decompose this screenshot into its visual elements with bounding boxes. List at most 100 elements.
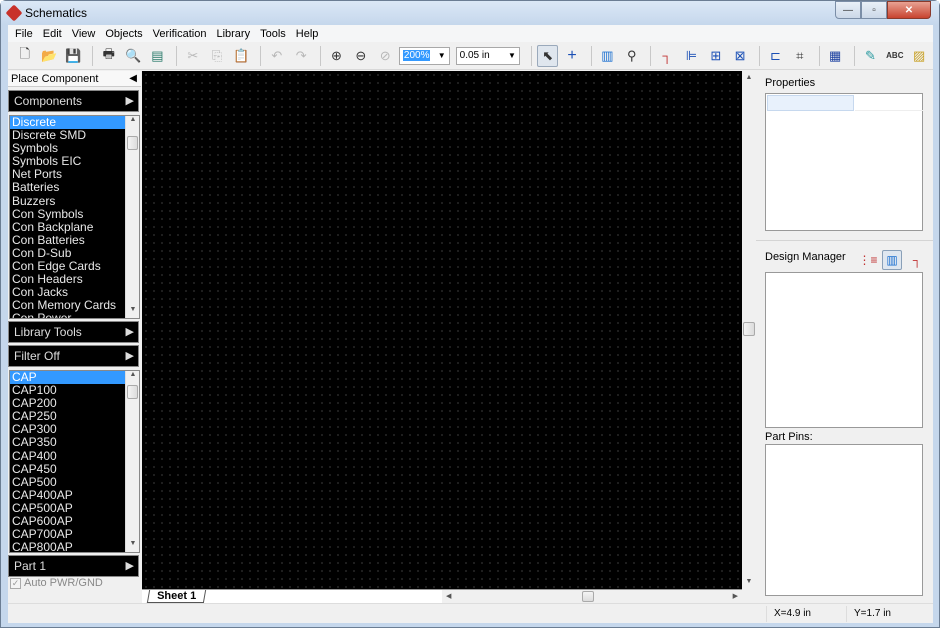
wire-icon[interactable]: ┐ [656, 45, 677, 67]
wire-icon[interactable]: ┐ [907, 250, 927, 270]
menu-edit[interactable]: Edit [38, 28, 67, 40]
edit-text-icon[interactable]: ✎ [860, 45, 881, 67]
part-item[interactable]: CAP450 [10, 462, 125, 476]
crosshair-icon[interactable]: + [561, 45, 582, 67]
net-list-icon[interactable]: ⋮≡ [858, 250, 878, 270]
components-label: Components [14, 94, 83, 108]
part-item[interactable]: CAP400AP [10, 488, 125, 502]
category-item[interactable]: Batteries [10, 181, 125, 194]
property-value-cell[interactable] [855, 95, 923, 111]
design-manager-tree[interactable] [765, 272, 923, 428]
part-pins-list[interactable] [765, 444, 923, 596]
components-button[interactable]: Components ▶ [8, 90, 139, 112]
auto-pwr-gnd-label: Auto PWR/GND [24, 577, 103, 589]
scroll-up-icon[interactable]: ▲ [126, 371, 139, 383]
component-icon[interactable]: ▥ [882, 250, 902, 270]
canvas-horizontal-scrollbar[interactable]: ◀ ▶ [442, 590, 742, 603]
maximize-button[interactable]: ▫ [861, 1, 887, 19]
save-icon[interactable]: 💾 [63, 45, 84, 67]
bus-icon[interactable]: ⊫ [681, 45, 702, 67]
part-item[interactable]: CAP350 [10, 436, 125, 449]
auto-pwr-gnd-checkbox[interactable]: ✓ Auto PWR/GND [10, 577, 103, 589]
filter-button[interactable]: Filter Off ▶ [8, 345, 139, 367]
connector-icon[interactable]: ⊏ [765, 45, 786, 67]
scroll-thumb[interactable] [582, 591, 594, 602]
properties-grid[interactable] [765, 93, 923, 231]
chip-icon[interactable]: ⌗ [789, 45, 810, 67]
left-panel: Place Component ◀ Components ▶ Discrete D… [8, 71, 141, 603]
grid-icon[interactable]: ▦ [824, 45, 845, 67]
part-item[interactable]: CAP500 [10, 475, 125, 489]
minimize-button[interactable]: — [835, 1, 861, 19]
library-tools-button[interactable]: Library Tools ▶ [8, 321, 139, 343]
netlist-icon[interactable]: ⊠ [729, 45, 750, 67]
part-list[interactable]: CAP CAP100 CAP200 CAP250 CAP300 CAP350 CAP400 C… [9, 370, 140, 553]
select-pointer-icon[interactable]: ⬉ [536, 44, 559, 67]
zoom-in-icon[interactable]: ⊕ [326, 45, 347, 67]
grid-size-select[interactable]: 0.05 in ▼ [455, 46, 520, 65]
scroll-down-icon[interactable]: ▼ [126, 306, 139, 318]
menu-help[interactable]: Help [291, 28, 324, 40]
menu-verification[interactable]: Verification [148, 28, 212, 40]
text-abc-icon[interactable]: ABC [884, 45, 905, 67]
schematic-canvas[interactable] [142, 71, 742, 589]
scroll-down-icon[interactable]: ▼ [126, 540, 139, 552]
image-icon[interactable]: ▨ [909, 45, 930, 67]
place-component-header[interactable]: Place Component ◀ [8, 71, 141, 87]
checkbox-icon[interactable]: ✓ [10, 577, 21, 589]
chevron-down-icon: ▼ [437, 51, 446, 60]
category-item[interactable]: Con Backplane [10, 220, 125, 234]
part-scrollbar[interactable]: ▲ ▼ [125, 371, 139, 552]
new-file-icon[interactable]: 🗋 [14, 45, 35, 67]
scroll-left-icon[interactable]: ◀ [446, 590, 451, 603]
part-items: CAP CAP100 CAP200 CAP250 CAP300 CAP350 CAP400 C… [10, 371, 125, 552]
toolbar-separator [260, 45, 262, 66]
open-folder-icon[interactable]: 📂 [38, 45, 59, 67]
design-manager-label: Design Manager [765, 251, 846, 263]
main-toolbar: 🗋 📂 💾 🖶 🔍 ▤ ✂ ⎘ 📋 ↶ ↷ ⊕ ⊖ ⊘ 200% ▼ 0.05 … [8, 42, 933, 70]
menu-objects[interactable]: Objects [100, 28, 147, 40]
scroll-up-icon[interactable]: ▲ [126, 116, 139, 128]
category-item[interactable]: Con Batteries [10, 233, 125, 247]
cut-icon[interactable]: ✂ [182, 45, 203, 67]
close-button[interactable]: ✕ [887, 1, 931, 19]
scroll-up-icon[interactable]: ▲ [742, 71, 756, 85]
zoom-level-select[interactable]: 200% ▼ [398, 46, 450, 65]
part-item[interactable]: CAP400 [10, 449, 125, 463]
category-item[interactable]: Con Symbols [10, 207, 125, 221]
category-scrollbar[interactable]: ▲ ▼ [125, 116, 139, 318]
part-button[interactable]: Part 1 ▶ [8, 555, 139, 577]
find-binoculars-icon[interactable]: ⚲ [621, 45, 642, 67]
paste-icon[interactable]: 📋 [231, 45, 252, 67]
zoom-out-icon[interactable]: ⊖ [350, 45, 371, 67]
menu-view[interactable]: View [67, 28, 101, 40]
toolbar-separator [853, 45, 855, 66]
canvas-vertical-scrollbar[interactable]: ▲ ▼ [742, 71, 756, 589]
category-list[interactable]: Discrete Discrete SMD Symbols Symbols EIC Ne… [9, 115, 140, 319]
scroll-right-icon[interactable]: ▶ [733, 590, 738, 603]
zoom-fit-icon[interactable]: ⊘ [375, 45, 396, 67]
menu-tools[interactable]: Tools [255, 28, 291, 40]
scroll-down-icon[interactable]: ▼ [742, 575, 756, 589]
toolbar-separator [319, 45, 321, 66]
component-icon[interactable]: ▥ [597, 45, 618, 67]
property-name-cell[interactable] [767, 95, 854, 111]
category-item[interactable]: Con Power [10, 312, 125, 318]
menu-library[interactable]: Library [211, 28, 255, 40]
menu-file[interactable]: File [10, 28, 38, 40]
net-port-icon[interactable]: ⊞ [705, 45, 726, 67]
undo-icon[interactable]: ↶ [266, 45, 287, 67]
client-area: File Edit View Objects Verification Libr… [8, 25, 933, 623]
category-item[interactable]: Buzzers [10, 194, 125, 208]
print-preview-icon[interactable]: 🔍 [122, 45, 143, 67]
print-icon[interactable]: 🖶 [98, 45, 119, 67]
part-item[interactable]: CAP800AP [10, 541, 125, 552]
scroll-thumb[interactable] [743, 322, 755, 336]
scroll-thumb[interactable] [127, 385, 138, 399]
app-logo-icon [5, 4, 23, 22]
redo-icon[interactable]: ↷ [291, 45, 312, 67]
scroll-thumb[interactable] [127, 136, 138, 150]
copy-icon[interactable]: ⎘ [206, 45, 227, 67]
sheet-tab[interactable]: Sheet 1 [146, 590, 207, 603]
report-icon[interactable]: ▤ [147, 45, 168, 67]
